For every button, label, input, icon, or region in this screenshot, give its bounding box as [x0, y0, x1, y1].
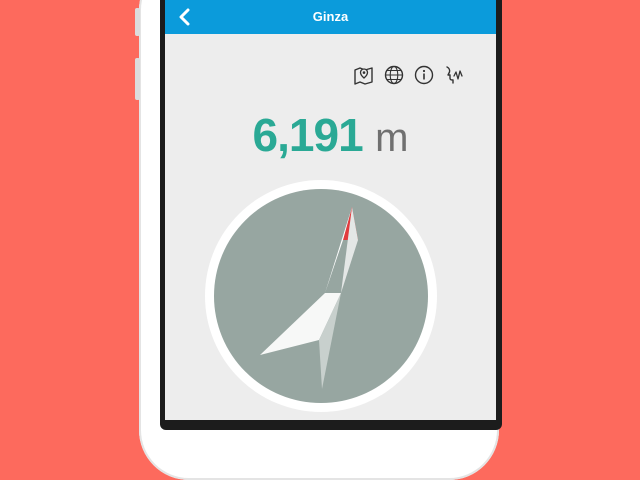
distance-readout: 6,191 m	[165, 108, 496, 162]
page-title: Ginza	[312, 9, 349, 24]
info-icon	[414, 65, 434, 85]
voice-icon	[446, 66, 463, 84]
distance-value: 6,191	[252, 109, 364, 161]
toolbar	[353, 63, 465, 87]
info-button[interactable]	[413, 64, 435, 86]
voice-button[interactable]	[443, 64, 465, 86]
compass	[205, 180, 437, 412]
navigation-bar: Ginza	[165, 0, 496, 34]
phone-volume-button	[135, 58, 140, 100]
app-screen: Ginza 6,191 m	[165, 0, 496, 420]
distance-unit: m	[375, 116, 409, 160]
map-button[interactable]	[353, 64, 375, 86]
web-button[interactable]	[383, 64, 405, 86]
phone-mute-switch	[135, 8, 140, 36]
globe-icon	[384, 65, 404, 85]
map-pin-icon	[354, 67, 373, 85]
